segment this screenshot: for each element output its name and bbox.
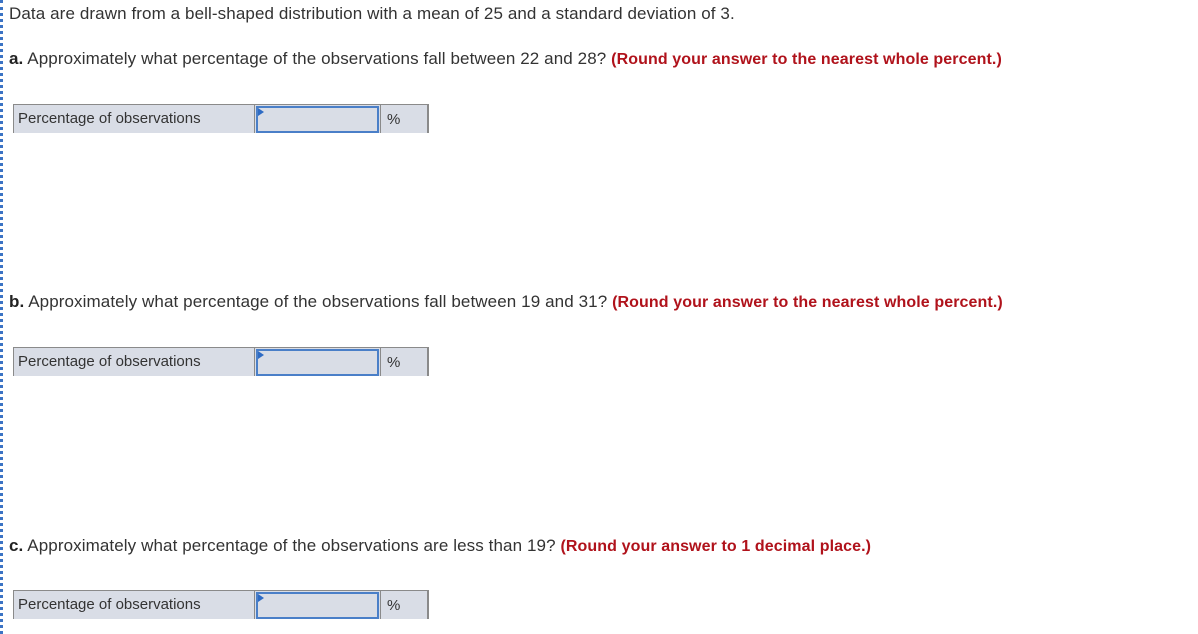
flag-icon — [258, 351, 264, 359]
question-a: a. Approximately what percentage of the … — [9, 49, 1002, 69]
percentage-input-c[interactable] — [256, 592, 379, 619]
question-text: Approximately what percentage of the obs… — [24, 292, 613, 311]
question-letter: a. — [9, 49, 24, 68]
rounding-instruction: (Round your answer to the nearest whole … — [612, 294, 1003, 311]
question-text: Approximately what percentage of the obs… — [23, 536, 561, 555]
flag-icon — [258, 108, 264, 116]
question-letter: c. — [9, 536, 24, 555]
question-letter: b. — [9, 292, 25, 311]
flag-icon — [258, 594, 264, 602]
answer-row-a: Percentage of observations % — [13, 104, 429, 133]
percent-unit: % — [381, 591, 428, 619]
rounding-instruction: (Round your answer to 1 decimal place.) — [560, 538, 872, 555]
percentage-input-b[interactable] — [256, 349, 379, 376]
percent-unit: % — [381, 348, 428, 376]
left-dotted-rule — [0, 0, 3, 634]
question-c: c. Approximately what percentage of the … — [9, 536, 871, 556]
question-text: Approximately what percentage of the obs… — [23, 49, 612, 68]
question-b: b. Approximately what percentage of the … — [9, 292, 1003, 312]
answer-label: Percentage of observations — [14, 348, 255, 376]
percent-unit: % — [381, 105, 428, 133]
answer-row-c: Percentage of observations % — [13, 590, 429, 619]
answer-label: Percentage of observations — [14, 105, 255, 133]
answer-input-cell — [255, 348, 381, 376]
percentage-input-a[interactable] — [256, 106, 379, 133]
problem-intro: Data are drawn from a bell-shaped distri… — [9, 4, 735, 23]
answer-input-cell — [255, 105, 381, 133]
answer-row-b: Percentage of observations % — [13, 347, 429, 376]
answer-label: Percentage of observations — [14, 591, 255, 619]
rounding-instruction: (Round your answer to the nearest whole … — [611, 51, 1002, 68]
answer-input-cell — [255, 591, 381, 619]
